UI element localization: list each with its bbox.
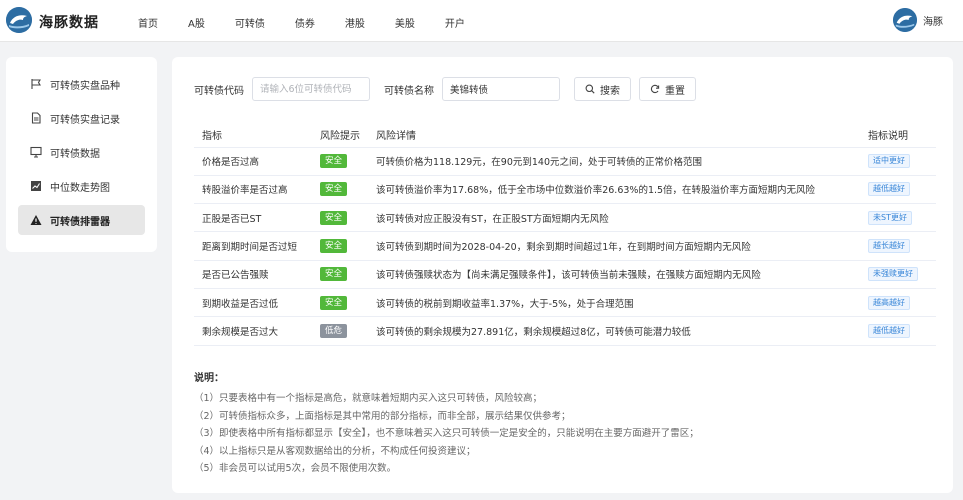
user-menu[interactable]: 海豚 <box>893 8 943 32</box>
notes-item: （4）以上指标只是从客观数据给出的分析，不构成任何投资建议； <box>194 445 476 457</box>
note-tag: 越低越好 <box>868 182 910 197</box>
status-badge: 安全 <box>320 239 348 254</box>
nav-home[interactable]: 首页 <box>138 15 158 30</box>
nav-convertible-bonds[interactable]: 可转债 <box>235 15 265 30</box>
table-row: 是否已公告强赎 安全 该可转债强赎状态为【尚未满足强赎条件】，该可转债当前未强赎… <box>194 260 936 289</box>
nav-a-shares[interactable]: A股 <box>188 15 205 30</box>
detail-cell: 该可转债溢价率为17.68%，低于全市场中位数溢价率26.63%的1.5倍，在转… <box>368 175 860 205</box>
detail-cell: 可转债价格为118.129元，在90元到140元之间，处于可转债的正常价格范围 <box>368 147 860 176</box>
status-badge: 低危 <box>320 323 348 338</box>
search-icon <box>585 84 595 94</box>
indicator-cell: 正股是否已ST <box>194 203 312 233</box>
note-tag: 越低越好 <box>868 323 910 338</box>
brand-name[interactable]: 海豚数据 <box>39 12 99 32</box>
col-detail: 风险详情 <box>368 122 860 148</box>
status-badge: 安全 <box>320 182 348 197</box>
notes-item: （5）非会员可以试用5次，会员不限使用次数。 <box>194 463 397 474</box>
sidebar-item-risk-detector[interactable]: 可转债排雷器 <box>18 205 145 235</box>
avatar[interactable] <box>893 8 917 32</box>
user-name[interactable]: 海豚 <box>923 13 943 28</box>
warning-icon <box>30 214 42 226</box>
col-note: 指标说明 <box>860 122 936 148</box>
reset-button-label: 重置 <box>665 85 685 97</box>
refresh-icon <box>650 84 660 94</box>
reset-button[interactable]: 重置 <box>639 77 696 101</box>
sidebar-item-label: 可转债排雷器 <box>50 216 110 228</box>
bond-code-label: 可转债代码 <box>194 85 244 97</box>
nav-us-stocks[interactable]: 美股 <box>395 15 415 30</box>
flag-icon <box>30 78 42 90</box>
top-navbar: 海豚数据 首页 A股 可转债 债券 港股 美股 开户 海豚 <box>0 0 963 42</box>
search-button-label: 搜索 <box>600 85 620 97</box>
table-row: 转股溢价率是否过高 安全 该可转债溢价率为17.68%，低于全市场中位数溢价率2… <box>194 175 936 205</box>
nav-open-account[interactable]: 开户 <box>445 15 465 30</box>
document-icon <box>30 112 42 124</box>
indicator-cell: 到期收益是否过低 <box>194 288 312 318</box>
table-header-row: 指标 风险提示 风险详情 指标说明 <box>194 122 936 148</box>
notes-item: （1）只要表格中有一个指标是高危，就意味着短期内买入这只可转债，风险较高； <box>194 393 543 404</box>
bond-name-input[interactable] <box>442 77 560 101</box>
table-row: 正股是否已ST 安全 该可转债对应正股没有ST，在正股ST方面短期内无风险 未S… <box>194 203 936 233</box>
sidebar-item-live-varieties[interactable]: 可转债实盘品种 <box>18 69 145 99</box>
note-tag: 未ST更好 <box>868 210 912 225</box>
note-tag: 越长越好 <box>868 239 910 254</box>
detail-cell: 该可转债的剩余规模为27.891亿，剩余规模超过8亿，可转债可能潜力较低 <box>368 316 860 346</box>
indicator-cell: 距离到期时间是否过短 <box>194 231 312 261</box>
status-badge: 安全 <box>320 267 348 282</box>
col-indicator: 指标 <box>194 122 312 148</box>
sidebar: 可转债实盘品种 可转债实盘记录 可转债数据 中位数走势图 可转债排雷器 <box>6 57 157 252</box>
table-row: 价格是否过高 安全 可转债价格为118.129元，在90元到140元之间，处于可… <box>194 147 936 176</box>
indicator-cell: 转股溢价率是否过高 <box>194 175 312 205</box>
sidebar-item-median-trend[interactable]: 中位数走势图 <box>18 171 145 201</box>
status-badge: 安全 <box>320 210 348 225</box>
sidebar-item-label: 可转债数据 <box>50 148 100 160</box>
risk-table: 指标 风险提示 风险详情 指标说明 价格是否过高 安全 可转债价格为118.12… <box>194 122 936 346</box>
detail-cell: 该可转债的税前到期收益率1.37%，大于-5%，处于合理范围 <box>368 288 860 318</box>
sidebar-item-live-records[interactable]: 可转债实盘记录 <box>18 103 145 133</box>
sidebar-item-label: 中位数走势图 <box>50 182 110 194</box>
detail-cell: 该可转债强赎状态为【尚未满足强赎条件】，该可转债当前未强赎，在强赎方面短期内无风… <box>368 260 860 289</box>
search-form: 可转债代码 可转债名称 搜索 重置 <box>194 77 704 101</box>
chart-icon <box>30 180 42 192</box>
status-badge: 安全 <box>320 295 348 310</box>
table-row: 距离到期时间是否过短 安全 该可转债到期时间为2028-04-20，剩余到期时间… <box>194 231 936 261</box>
notes-item: （2）可转债指标众多，上面指标是其中常用的部分指标，而非全部，展示结果仅供参考； <box>194 410 571 422</box>
search-button[interactable]: 搜索 <box>574 77 631 101</box>
detail-cell: 该可转债到期时间为2028-04-20，剩余到期时间超过1年，在到期时间方面短期… <box>368 231 860 261</box>
table-row: 剩余规模是否过大 低危 该可转债的剩余规模为27.891亿，剩余规模超过8亿，可… <box>194 316 936 346</box>
indicator-cell: 价格是否过高 <box>194 147 312 176</box>
table-row: 到期收益是否过低 安全 该可转债的税前到期收益率1.37%，大于-5%，处于合理… <box>194 288 936 318</box>
bond-name-label: 可转债名称 <box>384 85 434 97</box>
col-risk: 风险提示 <box>312 122 368 148</box>
note-tag: 越高越好 <box>868 295 910 310</box>
sidebar-item-bond-data[interactable]: 可转债数据 <box>18 137 145 167</box>
sidebar-item-label: 可转债实盘品种 <box>50 80 120 92</box>
detail-cell: 该可转债对应正股没有ST，在正股ST方面短期内无风险 <box>368 203 860 233</box>
indicator-cell: 是否已公告强赎 <box>194 260 312 289</box>
sidebar-item-label: 可转债实盘记录 <box>50 114 120 126</box>
bond-code-input[interactable] <box>252 77 370 101</box>
note-tag: 适中更好 <box>868 154 910 169</box>
notes-section: 说明： （1）只要表格中有一个指标是高危，就意味着短期内买入这只可转债，风险较高… <box>194 369 699 478</box>
dolphin-logo[interactable] <box>6 7 32 33</box>
note-tag: 未强赎更好 <box>868 267 918 282</box>
nav-bonds[interactable]: 债券 <box>295 15 315 30</box>
monitor-icon <box>30 146 42 158</box>
indicator-cell: 剩余规模是否过大 <box>194 316 312 346</box>
notes-title: 说明： <box>194 373 224 384</box>
main-nav: 首页 A股 可转债 债券 港股 美股 开户 <box>138 15 495 30</box>
status-badge: 安全 <box>320 154 348 169</box>
nav-hk-stocks[interactable]: 港股 <box>345 15 365 30</box>
notes-item: （3）即使表格中所有指标都显示【安全】，也不意味着买入这只可转债一定是安全的，只… <box>194 428 699 439</box>
main-panel: 可转债代码 可转债名称 搜索 重置 指标 风险提示 风险详情 指标说明 <box>172 57 953 493</box>
